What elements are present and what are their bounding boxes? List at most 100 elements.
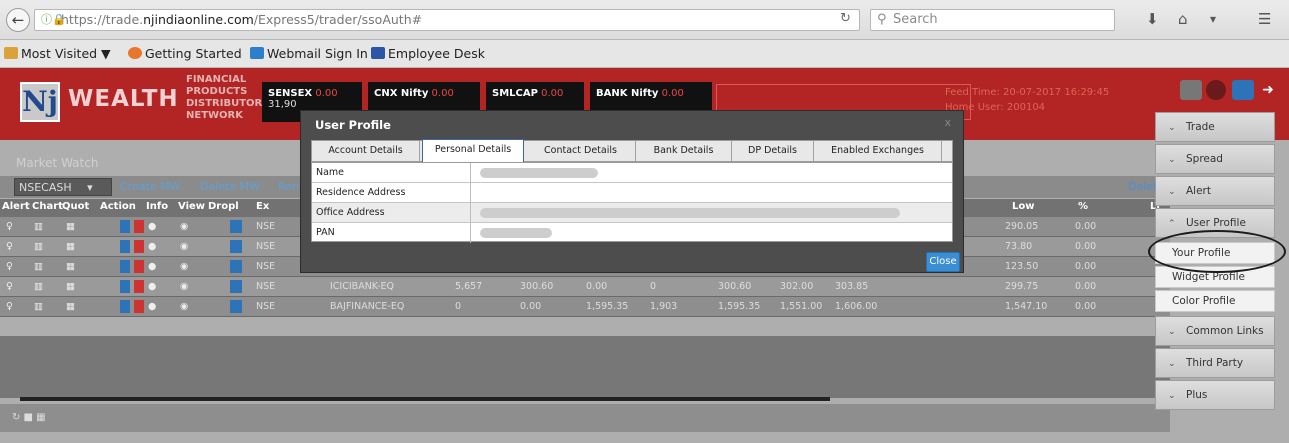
ticker-sub: 31,90 (268, 99, 297, 110)
home-icon[interactable]: ⌂ (1178, 10, 1188, 28)
bell-icon[interactable]: ♀ (6, 261, 13, 272)
quote-icon[interactable]: ▦ (66, 301, 75, 312)
menu-color-profile[interactable]: Color Profile (1155, 290, 1275, 312)
menu-icon[interactable]: ☰ (1258, 10, 1271, 28)
sell-button[interactable] (134, 240, 144, 253)
buy-button[interactable] (120, 260, 130, 273)
chart-icon[interactable]: ▥ (34, 241, 43, 252)
bell-icon[interactable]: ♀ (6, 301, 13, 312)
reload-icon[interactable]: ↻ (840, 11, 851, 26)
create-mw-button[interactable]: Create MW (120, 178, 180, 196)
delete-mw-button[interactable]: Delete MW (200, 178, 260, 196)
info-icon[interactable]: ● (148, 241, 156, 252)
menu-alert[interactable]: ⌄ Alert (1155, 176, 1275, 206)
user-label: Home User: 200104 (945, 102, 1046, 113)
view-icon[interactable]: ◉ (180, 261, 188, 272)
view-icon[interactable]: ◉ (180, 241, 188, 252)
tab-enabled-exchanges[interactable]: Enabled Exchanges (814, 141, 942, 161)
info-icon[interactable]: ● (148, 301, 156, 312)
sell-button[interactable] (134, 220, 144, 233)
menu-third-party[interactable]: ⌄ Third Party (1155, 348, 1275, 378)
keyboard-icon[interactable] (1180, 80, 1202, 100)
url-path: /Express5/trader/ssoAuth# (253, 12, 423, 27)
logo-word: WEALTH (68, 86, 179, 112)
cell-pct: 0.00 (1075, 241, 1097, 252)
dropdown-button[interactable] (230, 240, 242, 253)
horizontal-scrollbar[interactable] (20, 397, 830, 401)
buy-button[interactable] (120, 300, 130, 313)
dropdown-button[interactable] (230, 280, 242, 293)
ticker-value: 0.00 (661, 88, 684, 99)
cell-pct: 0.00 (1075, 281, 1097, 292)
chart-icon[interactable]: ▥ (34, 281, 43, 292)
cell-symbol: ICICIBANK-EQ (330, 281, 394, 292)
user-icon[interactable] (1232, 80, 1254, 100)
refresh-icon[interactable]: ↻ ■ ▦ (12, 412, 46, 423)
dropdown-button[interactable] (230, 220, 242, 233)
table-row[interactable]: ♀ ▥ ▦ ● ◉ NSE ICICIBANK-EQ 5,657 300.60 0.00 0 300.… (0, 277, 1170, 297)
tab-personal-details[interactable]: Personal Details (422, 139, 524, 162)
pocket-icon[interactable]: ▾ (1210, 12, 1216, 26)
buy-button[interactable] (120, 280, 130, 293)
quote-icon[interactable]: ▦ (66, 261, 75, 272)
url-bar[interactable]: ⓘ🔒 https://trade.njindiaonline.com/Expre… (34, 9, 860, 31)
bell-icon[interactable]: ♀ (6, 241, 13, 252)
sell-button[interactable] (134, 260, 144, 273)
exchange-select[interactable]: NSECASH ▾ (14, 178, 112, 196)
fpdn-line: FINANCIAL (186, 74, 247, 85)
feed-time: Feed Time: 20-07-2017 16:29:45 (945, 87, 1110, 98)
bookmark-webmail[interactable]: Webmail Sign In (250, 40, 368, 68)
fpdn-line: NETWORK (186, 110, 244, 121)
cell-pct: 0.00 (1075, 221, 1097, 232)
sell-button[interactable] (134, 280, 144, 293)
info-icon[interactable]: ● (148, 281, 156, 292)
quote-icon[interactable]: ▦ (66, 281, 75, 292)
view-icon[interactable]: ◉ (180, 221, 188, 232)
tab-bank-details[interactable]: Bank Details (636, 141, 732, 161)
chevron-down-icon: ⌄ (1168, 391, 1176, 401)
menu-trade[interactable]: ⌄ Trade (1155, 112, 1275, 142)
cell-exchange: NSE (256, 261, 276, 272)
tab-dp-details[interactable]: DP Details (732, 141, 814, 161)
tab-account-details[interactable]: Account Details (312, 141, 420, 161)
chart-icon[interactable]: ▥ (34, 221, 43, 232)
close-button[interactable]: Close (926, 252, 960, 272)
logout-icon[interactable]: ➜ (1257, 80, 1279, 100)
bookmark-employee-desk[interactable]: Employee Desk (371, 40, 485, 68)
chevron-down-icon: ⌄ (1168, 359, 1176, 369)
chart-icon[interactable]: ▥ (34, 301, 43, 312)
search-input[interactable]: ⚲ Search (870, 9, 1115, 31)
back-button[interactable]: ← (6, 8, 30, 32)
ticker-name: CNX Nifty (374, 88, 429, 99)
tab-contact-details[interactable]: Contact Details (526, 141, 636, 161)
view-icon[interactable]: ◉ (180, 281, 188, 292)
ticker-value: 0.00 (541, 88, 564, 99)
bell-icon[interactable]: ♀ (6, 281, 13, 292)
view-icon[interactable]: ◉ (180, 301, 188, 312)
download-icon[interactable]: ⬇ (1146, 10, 1159, 28)
dropdown-button[interactable] (230, 300, 242, 313)
dropdown-button[interactable] (230, 260, 242, 273)
menu-label: Plus (1186, 389, 1208, 401)
chart-icon[interactable]: ▥ (34, 261, 43, 272)
menu-common-links[interactable]: ⌄ Common Links (1155, 316, 1275, 346)
quote-icon[interactable]: ▦ (66, 241, 75, 252)
info-icon[interactable]: ● (148, 221, 156, 232)
close-icon[interactable]: x (944, 116, 951, 129)
rename-mw-button[interactable]: Ren (278, 178, 299, 196)
cell-open: 300.60 (718, 281, 752, 292)
buy-button[interactable] (120, 240, 130, 253)
help-icon[interactable] (1206, 80, 1226, 100)
table-row[interactable]: ♀ ▥ ▦ ● ◉ NSE BAJFINANCE-EQ 0 0.00 1,595.35 1,903 1… (0, 297, 1170, 317)
menu-spread[interactable]: ⌄ Spread (1155, 144, 1275, 174)
bookmark-most-visited[interactable]: Most Visited ▼ (4, 40, 111, 68)
menu-plus[interactable]: ⌄ Plus (1155, 380, 1275, 410)
bell-icon[interactable]: ♀ (6, 221, 13, 232)
col-low: Low (1012, 201, 1035, 212)
quote-icon[interactable]: ▦ (66, 221, 75, 232)
bookmark-getting-started[interactable]: Getting Started (128, 40, 242, 68)
info-icon[interactable]: ● (148, 261, 156, 272)
sell-button[interactable] (134, 300, 144, 313)
buy-button[interactable] (120, 220, 130, 233)
cell-low: 73.80 (1005, 241, 1033, 252)
